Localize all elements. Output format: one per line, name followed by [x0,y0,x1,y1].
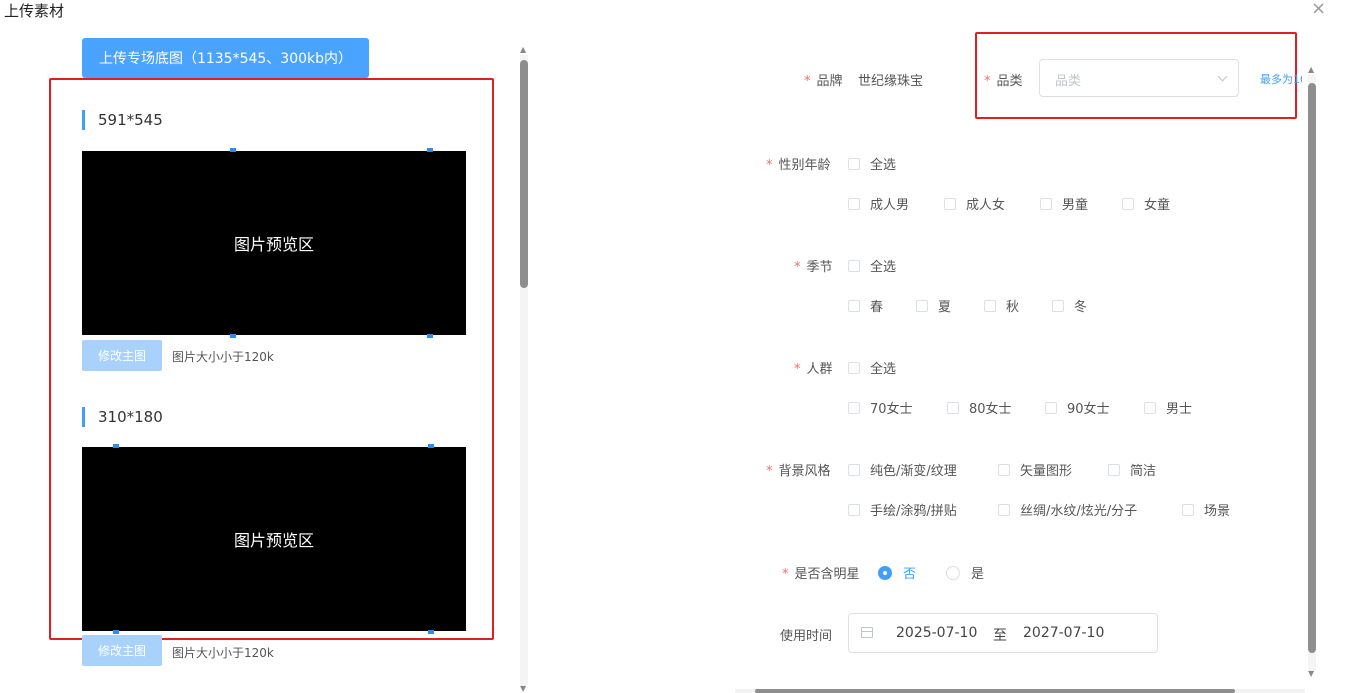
crowd-option-checkbox[interactable]: 70女士 [848,398,913,417]
end-date[interactable]: 2027-07-10 [1023,625,1104,641]
crowd-option-checkbox[interactable]: 80女士 [947,398,1012,417]
season-option-checkbox[interactable]: 冬 [1052,296,1087,315]
crop-handle[interactable] [427,334,433,338]
category-placeholder: 品类 [1055,74,1082,89]
brand-value: 世纪缘珠宝 [858,74,924,89]
start-date[interactable]: 2025-07-10 [896,625,977,641]
season-select-all-checkbox[interactable]: 全选 [848,256,896,275]
left-scrollbar-thumb[interactable] [520,60,528,288]
background-style-checkbox[interactable]: 手绘/涂鸦/拼贴 [848,500,957,519]
usage-time-label: 使用时间 [780,629,833,644]
usage-date-range-picker[interactable]: 2025-07-10 至 2027-07-10 [848,613,1158,653]
crowd-option-checkbox[interactable]: 90女士 [1045,398,1110,417]
preview-placeholder-text: 图片预览区 [233,235,314,254]
category-select[interactable]: 品类 [1039,59,1239,97]
close-icon[interactable]: × [1311,0,1326,19]
background-style-checkbox[interactable]: 纯色/渐变/纹理 [848,460,957,479]
category-label: * 品类 [984,74,1023,89]
horizontal-scrollbar-thumb[interactable] [755,689,1235,693]
gender-age-option-checkbox[interactable]: 成人女 [944,194,1005,213]
season-option-checkbox[interactable]: 秋 [984,296,1019,315]
date-range-separator: 至 [993,628,1007,644]
crop-handle[interactable] [230,148,236,152]
horizontal-scrollbar[interactable] [735,689,1305,693]
crop-handle[interactable] [428,630,434,634]
background-style-checkbox[interactable]: 矢量图形 [998,460,1072,479]
season-option-checkbox[interactable]: 夏 [916,296,951,315]
preview-placeholder-text: 图片预览区 [233,531,314,550]
left-scrollbar[interactable] [520,55,528,685]
crowd-option-checkbox[interactable]: 男士 [1144,398,1192,417]
scroll-down-arrow-icon[interactable]: ▼ [520,685,526,693]
calendar-icon [861,627,873,638]
right-scrollbar-thumb[interactable] [1308,83,1316,653]
crop-handle[interactable] [113,444,119,448]
upload-background-button[interactable]: 上传专场底图（1135*545、300kb内） [82,38,369,78]
modify-main-image-button[interactable]: 修改主图 [82,635,162,666]
background-style-checkbox[interactable]: 丝绸/水纹/炫光/分子 [998,500,1137,519]
gender-age-label: * 性别年龄 [766,158,831,173]
section-title-310x180: 310*180 [82,407,163,427]
modify-main-image-button[interactable]: 修改主图 [82,340,162,371]
chevron-down-icon [1217,71,1228,82]
dialog-title: 上传素材 [4,2,65,20]
image-size-hint: 图片大小小于120k [172,350,274,364]
season-option-checkbox[interactable]: 春 [848,296,883,315]
background-style-label: * 背景风格 [766,464,831,479]
season-label: * 季节 [794,260,833,275]
crop-handle[interactable] [113,630,119,634]
scroll-up-arrow-icon[interactable]: ▲ [1308,66,1314,74]
scroll-up-arrow-icon[interactable]: ▲ [520,46,526,54]
gender-age-option-checkbox[interactable]: 成人男 [848,194,909,213]
gender-age-option-checkbox[interactable]: 女童 [1122,194,1170,213]
crop-handle[interactable] [230,334,236,338]
gender-age-option-checkbox[interactable]: 男童 [1040,194,1088,213]
scroll-down-arrow-icon[interactable]: ▼ [1308,670,1314,678]
celebrity-no-radio[interactable]: 否 [878,563,916,582]
gender-age-select-all-checkbox[interactable]: 全选 [848,154,896,173]
crowd-select-all-checkbox[interactable]: 全选 [848,358,896,377]
image-preview-591x545[interactable]: 图片预览区 [82,151,466,335]
image-size-hint: 图片大小小于120k [172,646,274,660]
section-title-591x545: 591*545 [82,110,163,130]
brand-label: * 品牌 [804,74,843,89]
image-preview-310x180[interactable]: 图片预览区 [82,447,466,631]
right-scrollbar[interactable] [1308,75,1316,670]
celebrity-label: * 是否含明星 [782,567,860,582]
celebrity-yes-radio[interactable]: 是 [946,563,984,582]
crop-handle[interactable] [427,148,433,152]
crowd-label: * 人群 [794,362,833,377]
background-style-checkbox[interactable]: 场景 [1182,500,1230,519]
crop-handle[interactable] [428,444,434,448]
background-style-checkbox[interactable]: 简洁 [1108,460,1156,479]
category-max-link[interactable]: 最多为10 [1260,71,1302,87]
